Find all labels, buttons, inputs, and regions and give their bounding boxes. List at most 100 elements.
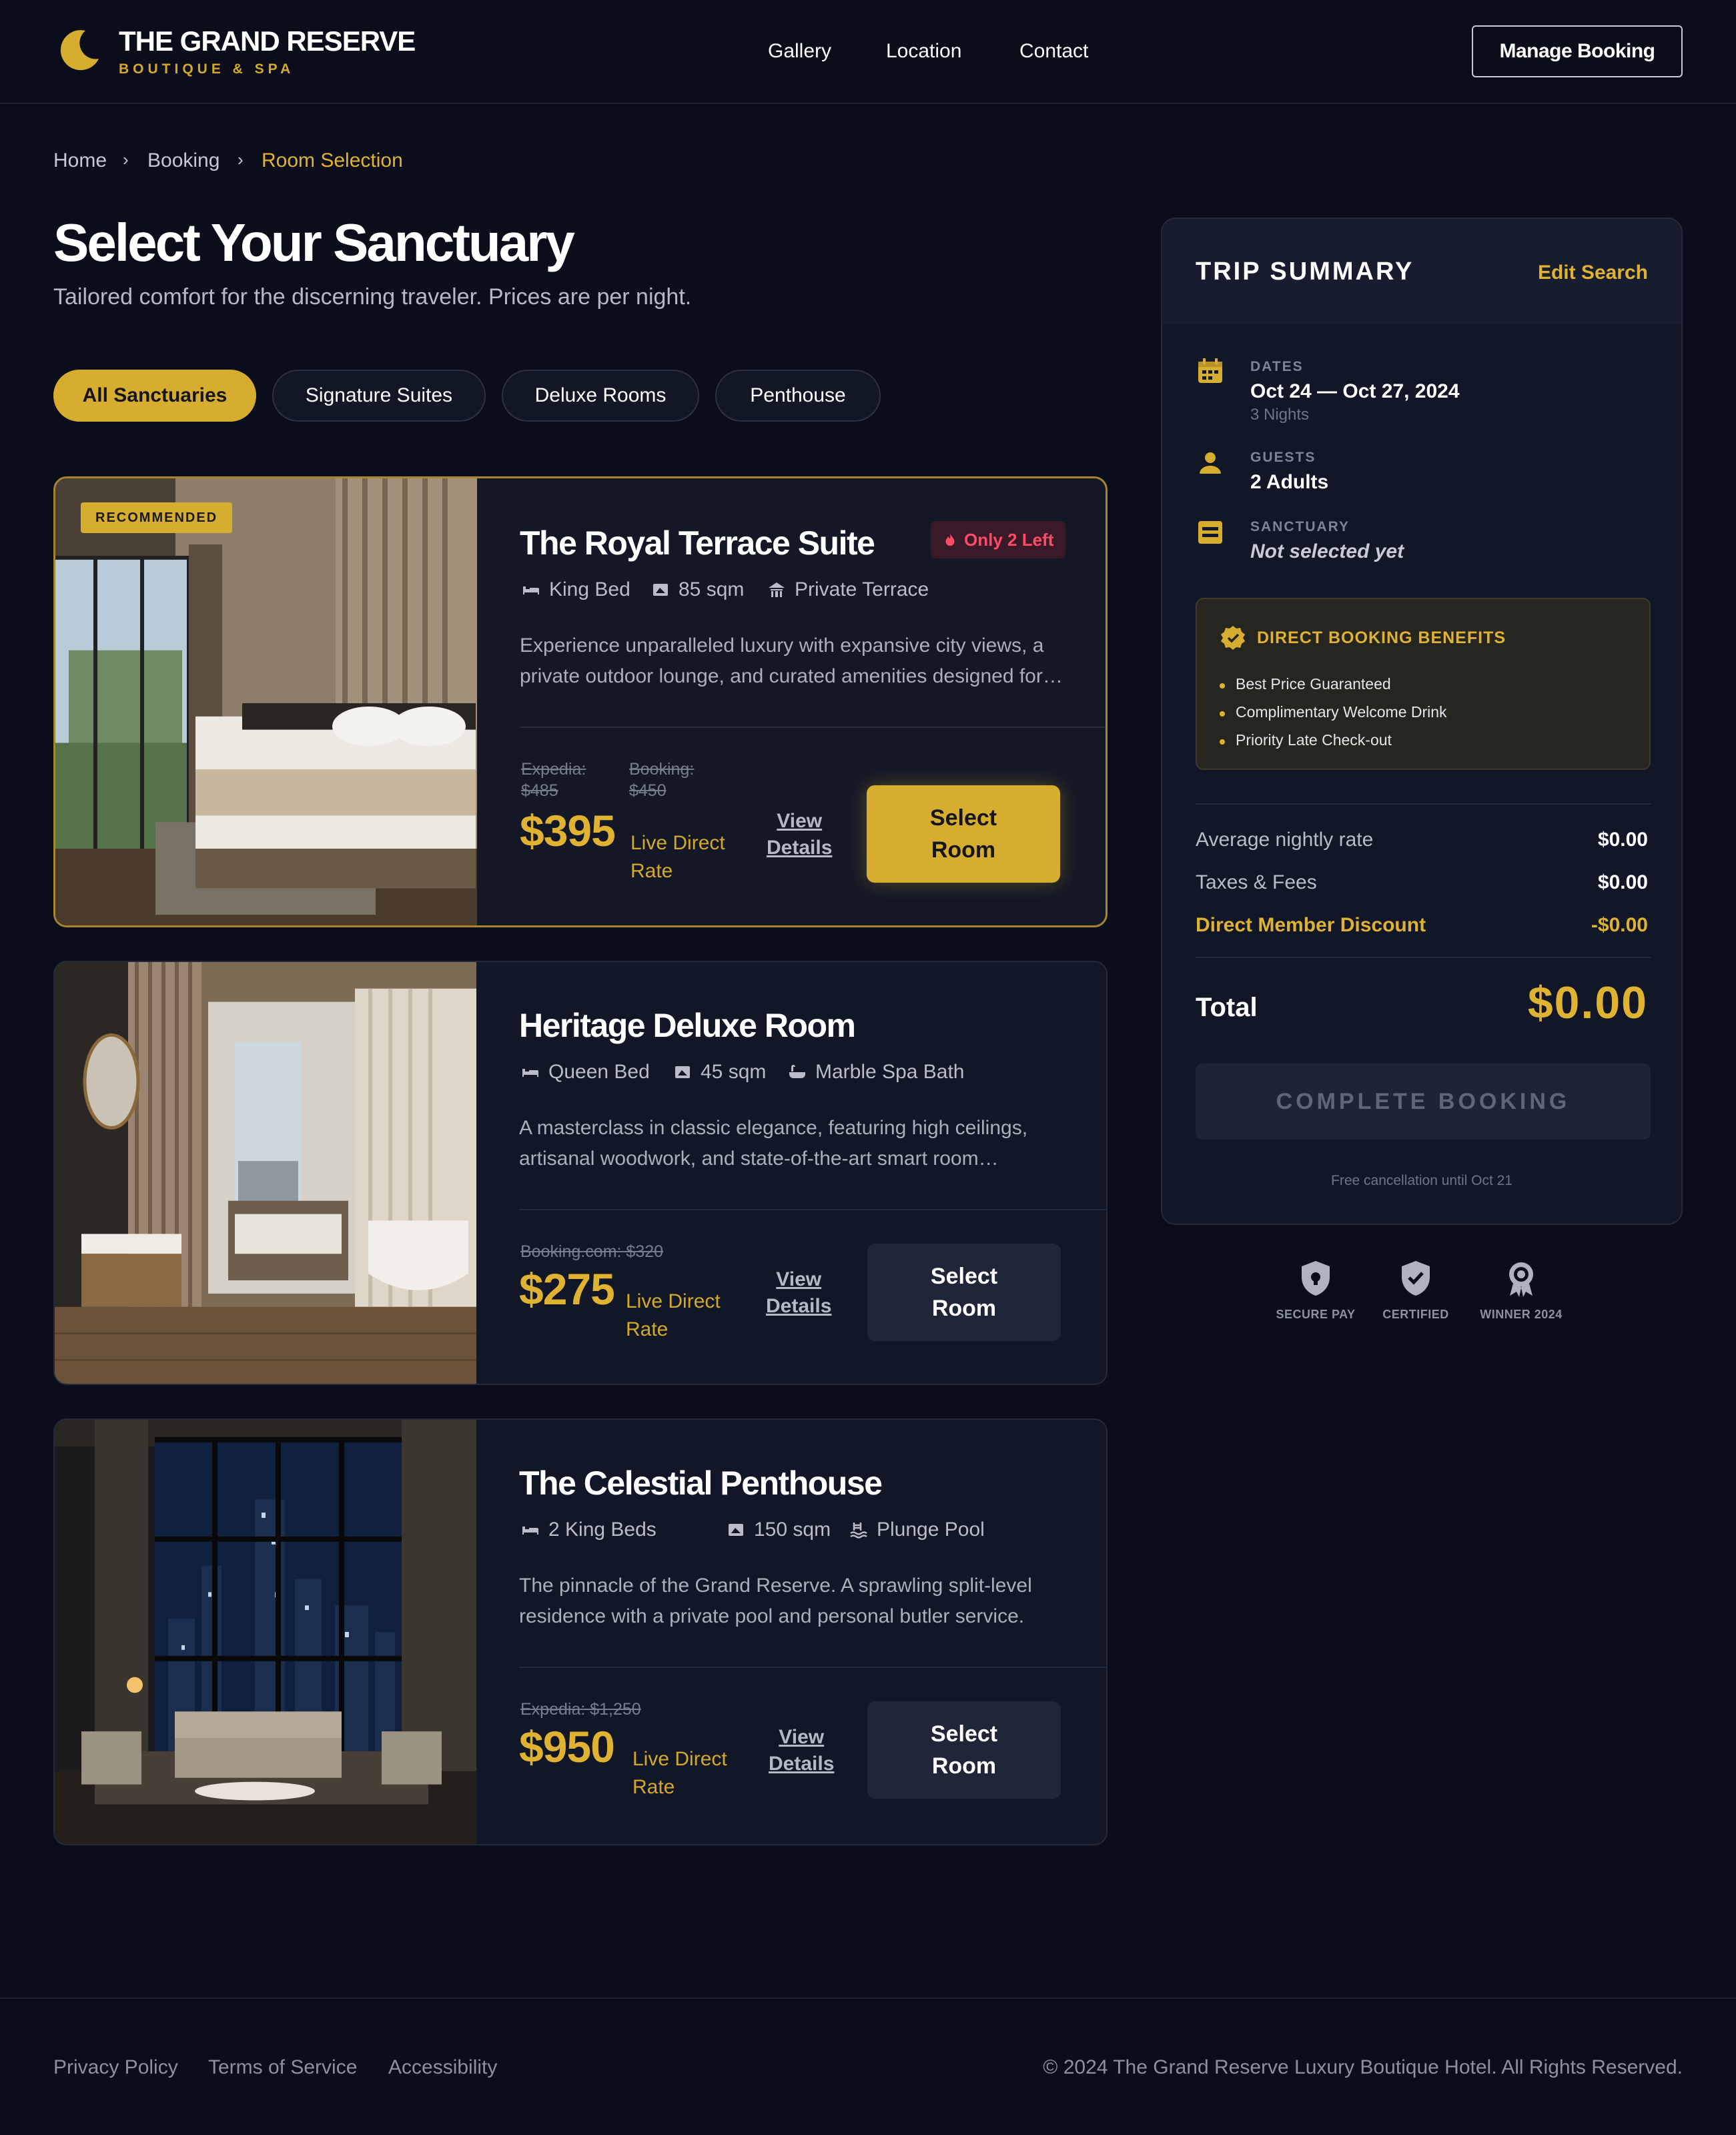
compare-price-booking: Booking: $450 [629, 759, 694, 801]
filter-deluxe-rooms[interactable]: Deluxe Rooms [502, 370, 699, 422]
feature-size: 150 sqm [726, 1519, 831, 1541]
select-room-button[interactable]: Select Room [867, 1244, 1061, 1341]
view-details-line: Details [766, 1295, 832, 1317]
feature-label: Private Terrace [795, 578, 929, 600]
trust-label: WINNER 2024 [1480, 1308, 1563, 1321]
feature-amenity: Marble Spa Bath [787, 1061, 964, 1084]
room-price: $275 [519, 1264, 615, 1314]
scarcity-badge: Only 2 Left [931, 521, 1066, 558]
filter-penthouse[interactable]: Penthouse [715, 370, 881, 422]
view-details-line: View [776, 1268, 822, 1290]
area-icon [653, 584, 668, 596]
room-title: Heritage Deluxe Room [519, 1007, 856, 1044]
filter-all-sanctuaries[interactable]: All Sanctuaries [53, 370, 256, 422]
area-icon [675, 1066, 690, 1078]
trip-summary-panel: TRIP SUMMARY Edit Search DATES Oct 24 — … [1161, 218, 1683, 1225]
view-details-link[interactable]: View Details [766, 1266, 831, 1320]
bullet [1220, 739, 1225, 745]
trust-label: SECURE PAY [1276, 1308, 1356, 1321]
select-room-line: Select [930, 1721, 998, 1747]
page-title: Select Your Sanctuary [53, 213, 575, 272]
site-header: THE GRAND RESERVE BOUTIQUE & SPA Gallery… [0, 0, 1736, 104]
guests-value: 2 Adults [1250, 471, 1329, 493]
breadcrumb-separator: › [238, 149, 244, 169]
select-room-line: Room [931, 837, 996, 863]
direct-benefits-box: DIRECT BOOKING BENEFITS Best Price Guara… [1196, 598, 1651, 770]
breadcrumb-booking[interactable]: Booking [147, 149, 220, 172]
room-image-celestial-penthouse[interactable] [55, 1420, 476, 1844]
room-image-heritage-deluxe[interactable] [55, 962, 476, 1384]
compare-value: $450 [629, 781, 667, 800]
recommended-badge: RECOMMENDED [81, 502, 233, 533]
copyright-text: © 2024 The Grand Reserve Luxury Boutique… [1043, 2056, 1683, 2078]
nav-gallery[interactable]: Gallery [768, 40, 831, 63]
view-details-link[interactable]: View Details [769, 1724, 834, 1777]
discount-value: -$0.00 [1591, 914, 1648, 936]
compare-price-expedia: Expedia: $485 [521, 759, 586, 801]
dates-label: DATES [1250, 359, 1304, 374]
trust-label: CERTIFIED [1382, 1308, 1449, 1321]
page-subtitle: Tailored comfort for the discerning trav… [53, 284, 692, 310]
taxes-label: Taxes & Fees [1196, 871, 1317, 893]
benefits-title: DIRECT BOOKING BENEFITS [1257, 628, 1506, 647]
room-image-royal-terrace[interactable]: RECOMMENDED [55, 478, 477, 925]
flame-icon [945, 533, 955, 546]
edit-search-link[interactable]: Edit Search [1538, 262, 1648, 284]
summary-divider [1196, 957, 1651, 958]
compare-price: Expedia: $1,250 [520, 1700, 641, 1719]
feature-label: 2 King Beds [548, 1519, 657, 1541]
view-details-link[interactable]: View Details [767, 808, 832, 861]
nav-location[interactable]: Location [886, 40, 961, 63]
feature-label: King Bed [549, 578, 630, 600]
feature-label: Plunge Pool [877, 1519, 985, 1541]
guests-label: GUESTS [1250, 450, 1316, 465]
live-rate-label: Live Direct Rate [630, 829, 725, 885]
footer-accessibility-link[interactable]: Accessibility [388, 2056, 497, 2079]
calendar-icon [1198, 358, 1222, 383]
view-details-line: Details [769, 1753, 835, 1775]
benefit-item: Best Price Guaranteed [1236, 675, 1391, 693]
shield-lock-icon [1302, 1261, 1330, 1296]
nav-contact[interactable]: Contact [1019, 40, 1088, 63]
live-rate-line: Live Direct [630, 832, 725, 854]
user-icon [1200, 452, 1221, 474]
award-ribbon-icon [1509, 1262, 1533, 1297]
trust-badge-award: WINNER 2024 [1468, 1258, 1575, 1322]
manage-booking-button[interactable]: Manage Booking [1472, 25, 1683, 77]
cancellation-note: Free cancellation until Oct 21 [1331, 1173, 1512, 1188]
brand-tagline: BOUTIQUE & SPA [119, 61, 295, 77]
bed-icon [523, 586, 539, 594]
room-description: The pinnacle of the Grand Reserve. A spr… [519, 1575, 1032, 1627]
live-rate-label: Live Direct Rate [626, 1288, 721, 1344]
nights-count: 3 Nights [1250, 406, 1310, 424]
feature-label: 150 sqm [754, 1519, 831, 1541]
room-description: A masterclass in classic elegance, featu… [519, 1117, 1028, 1170]
feature-bed: 2 King Beds [520, 1519, 657, 1541]
compare-label: Expedia: [521, 760, 586, 779]
filter-signature-suites[interactable]: Signature Suites [272, 370, 486, 422]
feature-size: 45 sqm [673, 1061, 766, 1084]
feature-label: 85 sqm [679, 578, 745, 600]
feature-label: Queen Bed [548, 1061, 650, 1083]
room-price: $395 [520, 806, 616, 855]
bed-icon [522, 1069, 538, 1077]
shield-check-icon [1402, 1261, 1430, 1296]
select-room-button[interactable]: Select Room [867, 785, 1060, 883]
select-room-line: Room [931, 1296, 997, 1321]
room-card-celestial-penthouse: The Celestial Penthouse 2 King Beds 150 … [53, 1418, 1108, 1845]
complete-booking-button[interactable]: COMPLETE BOOKING [1196, 1063, 1651, 1140]
view-details-line: Details [767, 837, 833, 859]
live-rate-line: Rate [632, 1776, 675, 1798]
bullet [1220, 711, 1225, 717]
footer-terms-link[interactable]: Terms of Service [208, 2056, 357, 2079]
moon-logo-icon [60, 30, 99, 71]
footer-privacy-link[interactable]: Privacy Policy [53, 2056, 178, 2079]
select-room-button[interactable]: Select Room [867, 1701, 1061, 1799]
live-rate-line: Rate [626, 1318, 669, 1340]
breadcrumb-home[interactable]: Home [53, 149, 107, 172]
verified-badge-icon [1221, 626, 1245, 650]
feature-bed: King Bed [521, 578, 630, 601]
live-rate-line: Live Direct [632, 1748, 727, 1770]
footer-divider [0, 1998, 1736, 1999]
brand-name[interactable]: THE GRAND RESERVE [119, 25, 416, 57]
